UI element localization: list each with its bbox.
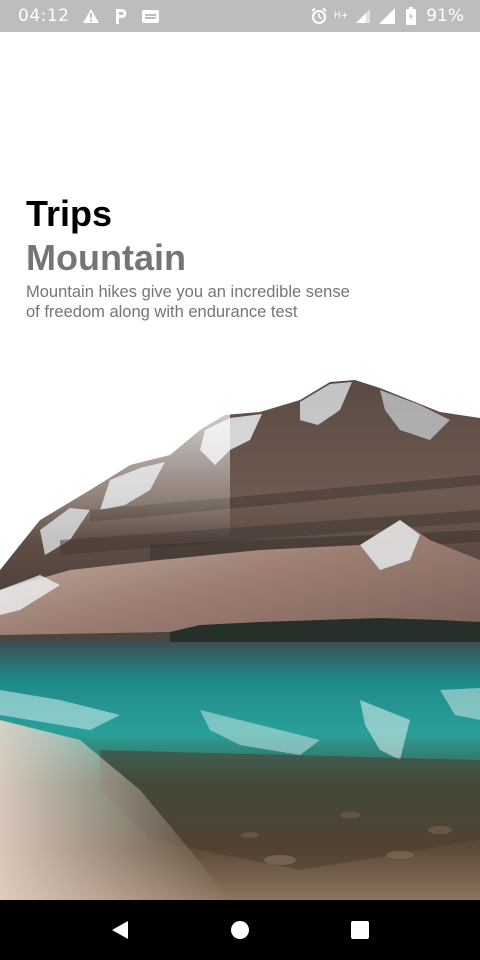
status-time: 04:12 (18, 6, 70, 26)
recents-icon (351, 921, 369, 939)
network-type-label: H+ (333, 11, 349, 21)
parking-icon (112, 7, 130, 25)
trip-category-title: Mountain (26, 237, 186, 278)
message-icon (142, 7, 160, 25)
system-navigation-bar (0, 900, 480, 960)
status-bar-right: H+ 91% (310, 6, 464, 26)
signal-icon (354, 7, 372, 25)
status-bar: 04:12 H+ 91% (0, 0, 480, 32)
back-button[interactable] (100, 910, 140, 950)
warning-icon (82, 7, 100, 25)
battery-icon (402, 7, 420, 25)
home-icon (231, 921, 249, 939)
page-title: Trips (26, 193, 113, 234)
recents-button[interactable] (340, 910, 380, 950)
app-screen: 04:12 H+ 91% Trips Mountain Mountain hik… (0, 0, 480, 960)
home-button[interactable] (220, 910, 260, 950)
trip-description: Mountain hikes give you an incredible se… (26, 283, 350, 321)
signal-full-icon (378, 7, 396, 25)
alarm-icon (310, 7, 328, 25)
mountain-lake-image (0, 370, 480, 900)
back-icon (112, 921, 128, 939)
battery-percent: 91% (426, 6, 464, 26)
status-bar-left: 04:12 (18, 6, 160, 26)
